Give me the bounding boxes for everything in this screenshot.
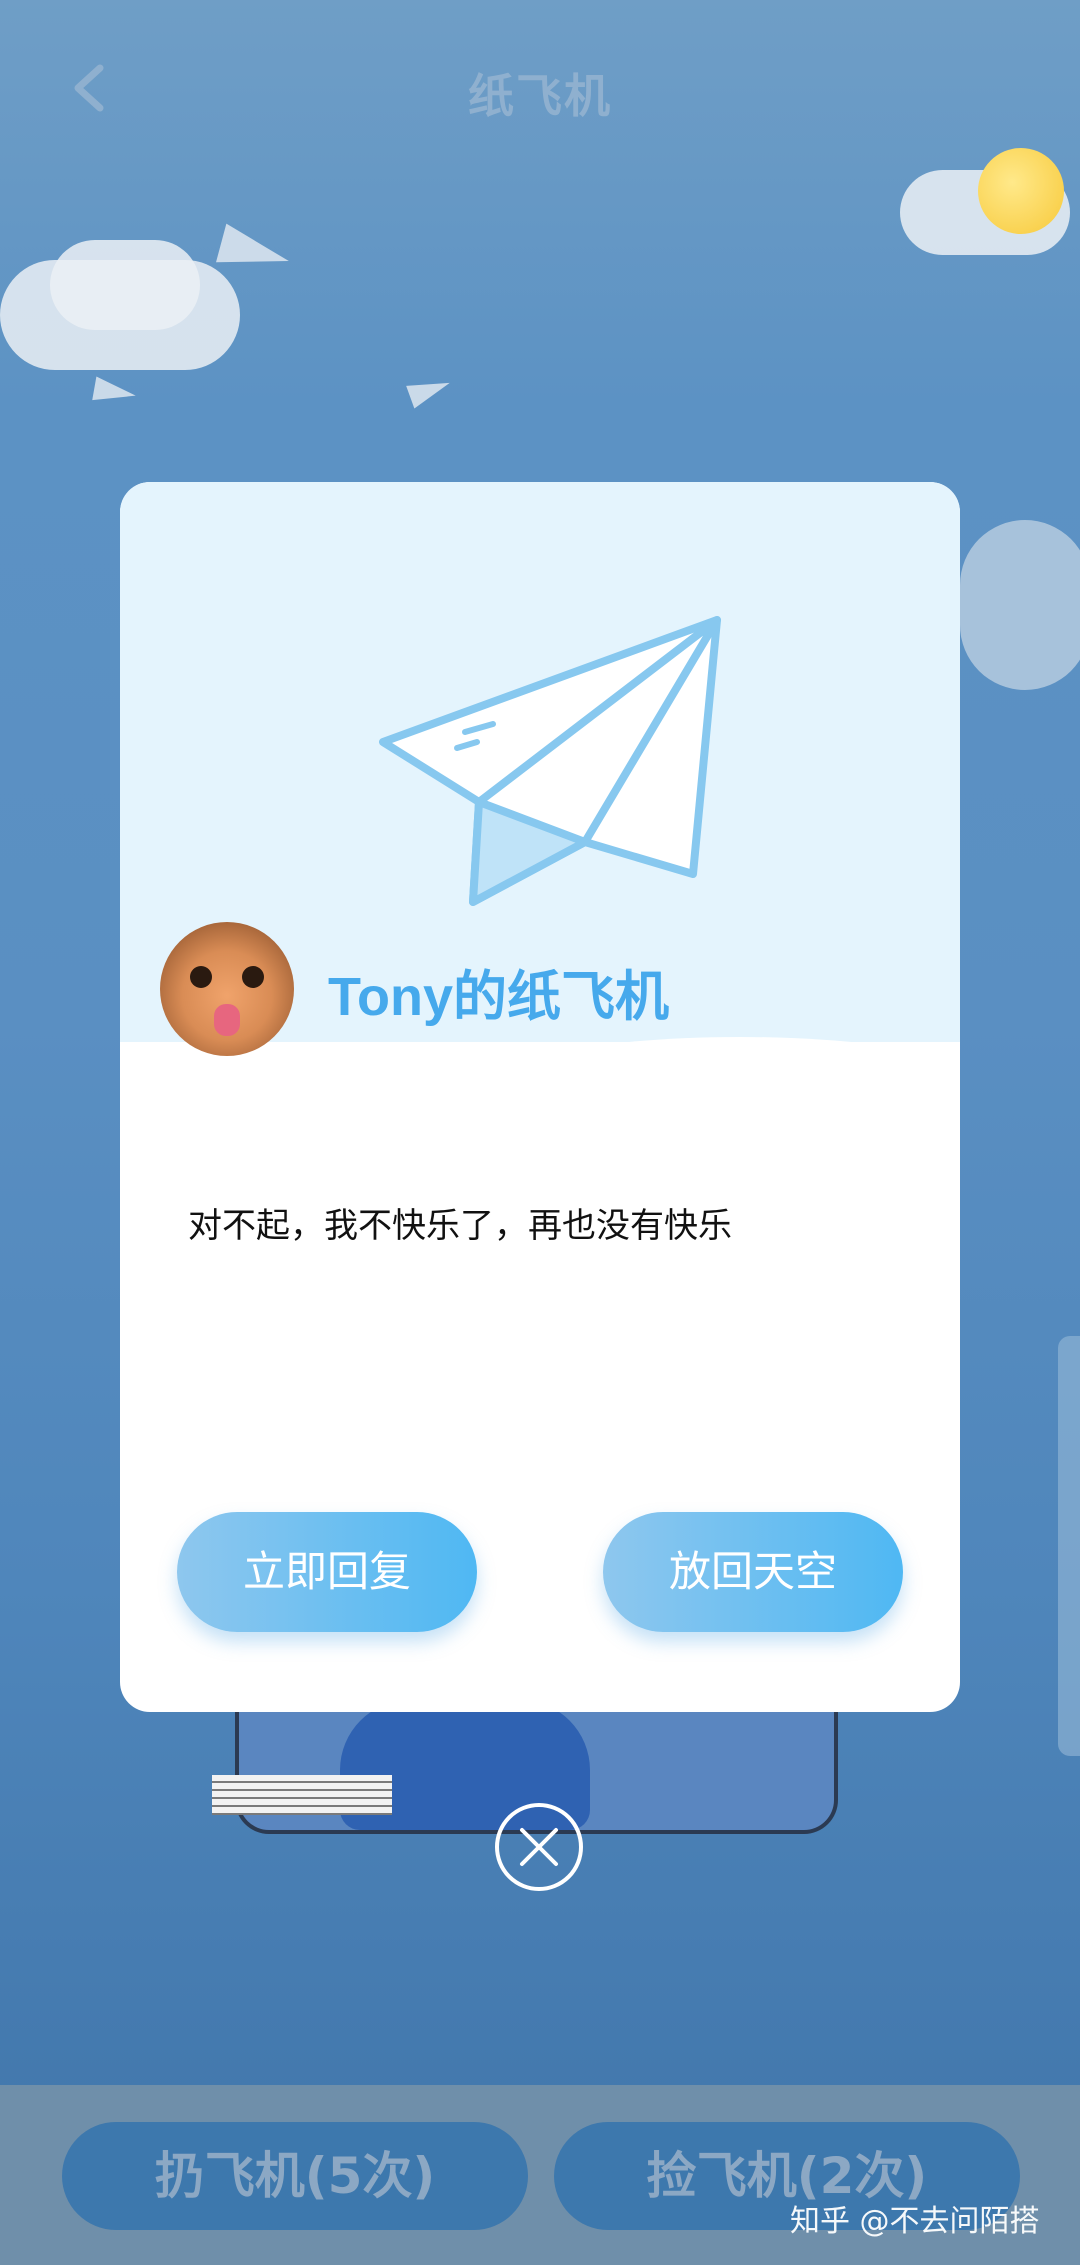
reply-now-button[interactable]: 立即回复 (177, 1512, 477, 1632)
return-to-sky-button[interactable]: 放回天空 (603, 1512, 903, 1632)
avatar-eye (242, 966, 264, 988)
plane-message: 对不起，我不快乐了，再也没有快乐 (188, 1206, 732, 1246)
avatar-tongue (214, 1004, 240, 1036)
plane-owner-title: Tony的纸飞机 (328, 967, 669, 1027)
side-scroll-tab[interactable] (1058, 1336, 1080, 1756)
page-title: 纸飞机 (468, 69, 612, 123)
watermark-text: 知乎 @不去问陌搭 (790, 2204, 1040, 2239)
close-icon[interactable] (494, 1802, 584, 1892)
cloud-decoration (960, 520, 1080, 690)
throw-plane-button[interactable]: 扔飞机(5次) (62, 2122, 528, 2230)
top-bar: 纸飞机 (0, 0, 1080, 180)
paper-plane-icon (379, 616, 721, 906)
illustration-papers (212, 1775, 392, 1815)
avatar-eye (190, 966, 212, 988)
cloud-decoration (50, 240, 200, 330)
avatar[interactable] (160, 922, 294, 1056)
